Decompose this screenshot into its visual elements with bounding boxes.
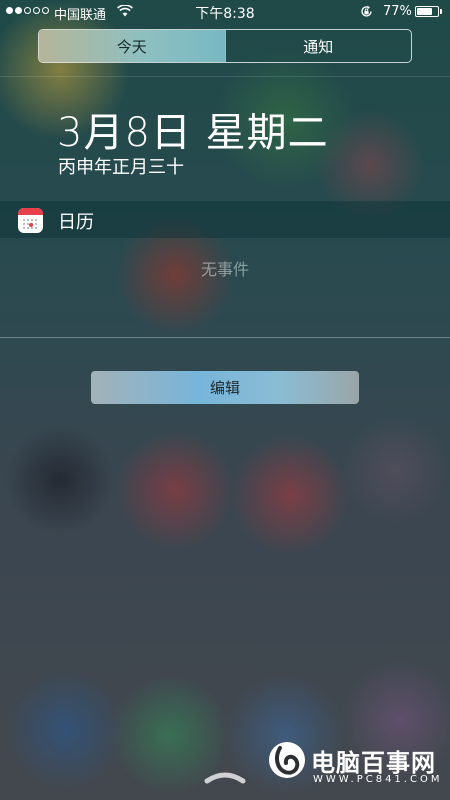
watermark-url: WWW.PC841.COM <box>313 774 443 785</box>
edit-button[interactable]: 编辑 <box>91 371 359 404</box>
tab-notifications[interactable]: 通知 <box>224 30 412 62</box>
calendar-icon <box>18 208 43 233</box>
watermark-logo-icon <box>269 742 305 778</box>
grabber-handle-icon[interactable] <box>203 770 247 784</box>
tab-today[interactable]: 今天 <box>39 30 225 62</box>
today-notifications-segmented-control[interactable]: 今天 通知 <box>38 29 412 63</box>
rotation-lock-icon <box>361 5 372 17</box>
watermark-name: 电脑百事网 <box>311 749 436 777</box>
today-date: 3月8日 星期二 <box>57 110 329 156</box>
battery-fill <box>417 8 432 15</box>
battery-icon <box>415 6 439 17</box>
calendar-widget-title: 日历 <box>58 212 94 233</box>
lunar-date: 丙申年正月三十 <box>58 157 184 178</box>
battery-percent: 77% <box>383 4 412 19</box>
widget-divider <box>0 337 450 338</box>
calendar-icon-mark <box>29 223 33 227</box>
calendar-widget-header[interactable]: 日历 <box>0 201 450 238</box>
header-divider <box>0 76 450 77</box>
battery-cap <box>440 9 442 14</box>
calendar-icon-top <box>18 208 43 215</box>
status-bar: 中国联通 下午8:38 77% <box>0 0 450 24</box>
no-events-label: 无事件 <box>200 260 249 279</box>
